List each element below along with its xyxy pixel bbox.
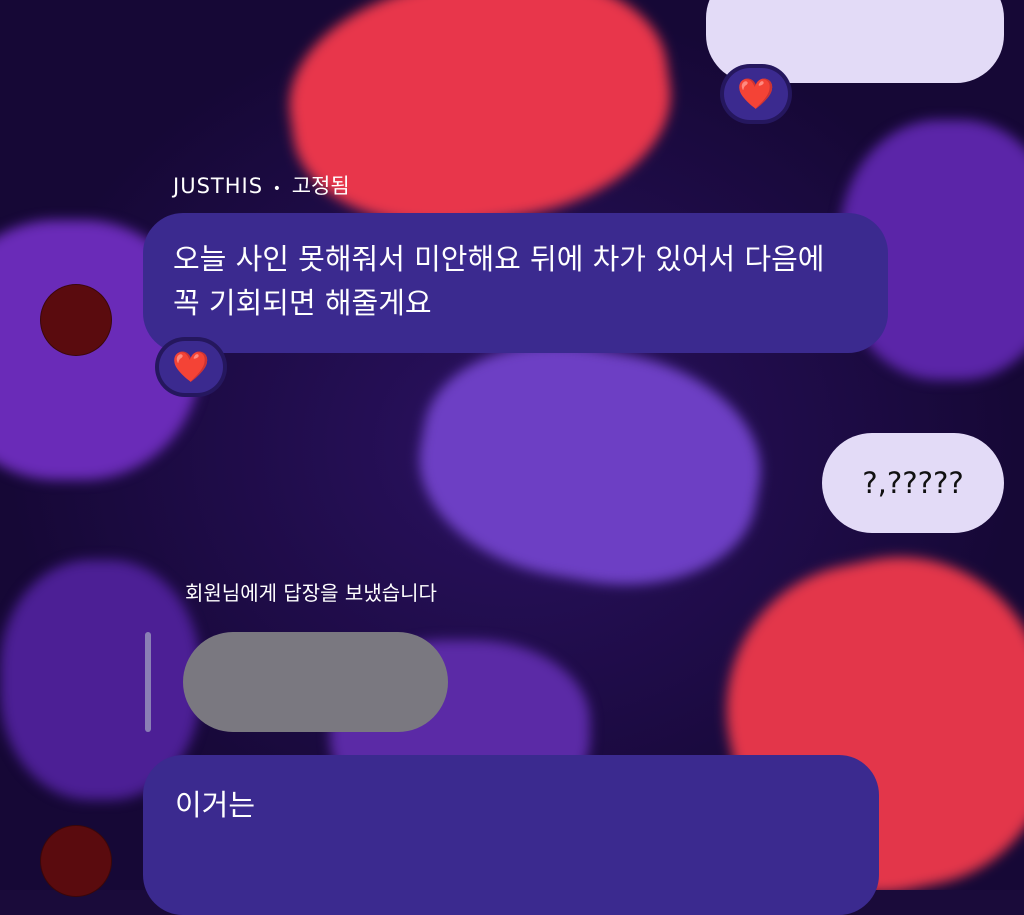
pinned-message-header: JUSTHIS • 고정됨 bbox=[173, 170, 350, 200]
background-heart-center bbox=[402, 322, 778, 608]
reply-status-text: 회원님에게 답장을 보냈습니다 bbox=[185, 581, 437, 605]
pinned-message-bubble[interactable]: 오늘 사인 못해줘서 미안해요 뒤에 차가 있어서 다음에 꼭 기회되면 해줄게… bbox=[143, 213, 888, 353]
pinned-label: 고정됨 bbox=[291, 174, 350, 198]
quoted-message-bubble[interactable] bbox=[183, 632, 448, 732]
sender-name: JUSTHIS bbox=[173, 174, 264, 198]
outgoing-message-bubble[interactable]: ?,????? bbox=[822, 433, 1004, 533]
pinned-message-text: 오늘 사인 못해줘서 미안해요 뒤에 차가 있어서 다음에 꼭 기회되면 해줄게… bbox=[173, 242, 825, 320]
heart-reaction-icon: ❤️ bbox=[172, 349, 210, 385]
sender-avatar[interactable] bbox=[40, 284, 112, 356]
outgoing-message-text: ?,????? bbox=[862, 466, 964, 500]
sender-avatar-2[interactable] bbox=[40, 825, 112, 897]
heart-reaction-icon: ❤️ bbox=[737, 76, 775, 112]
reply-quote-bar bbox=[145, 632, 151, 732]
pinned-message-reaction[interactable]: ❤️ bbox=[155, 337, 227, 397]
top-message-reaction[interactable]: ❤️ bbox=[720, 64, 792, 124]
header-separator: • bbox=[272, 181, 282, 197]
incoming-message-text: 이거는 bbox=[175, 788, 256, 822]
incoming-message-bubble[interactable]: 이거는 bbox=[143, 755, 879, 915]
background-heart-top bbox=[275, 0, 685, 246]
